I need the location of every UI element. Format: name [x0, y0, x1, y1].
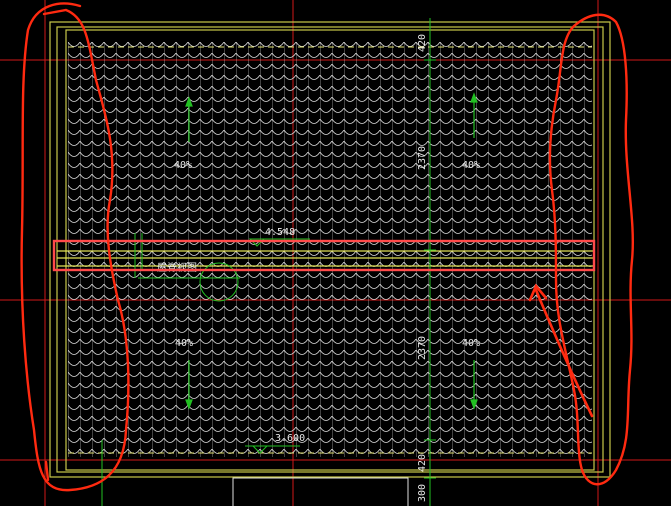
ridge-elevation-label: 4.548	[265, 227, 295, 238]
ridge-name-label: 屋脊视图	[157, 261, 197, 274]
slope-label-bottom-left: 40%	[175, 338, 193, 349]
slope-label-top-left: 40%	[174, 160, 192, 171]
dim-upper-span: 2370	[417, 146, 428, 170]
slope-label-bottom-right: 40%	[462, 338, 480, 349]
dim-bottom-extra: 300	[417, 484, 428, 502]
dim-top-edge: 420	[417, 34, 428, 52]
dim-lower-span: 2370	[417, 336, 428, 360]
bottom-detail-box	[232, 477, 409, 506]
eave-elevation-label: 3.600	[275, 433, 305, 444]
slope-label-top-right: 40%	[462, 160, 480, 171]
cad-drawing-canvas[interactable]: 40% 40% 40% 40% 4.548 屋脊视图 3.600 420 237…	[0, 0, 671, 506]
roof-tile-hatch	[68, 42, 592, 457]
dim-bottom-edge: 420	[417, 454, 428, 472]
